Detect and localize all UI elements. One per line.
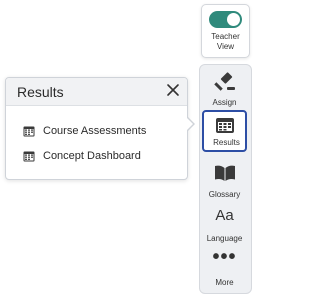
tool-results[interactable]: Results — [202, 110, 247, 152]
tool-results-label: Results — [213, 138, 240, 147]
calendar-table-icon — [23, 151, 35, 161]
more-dots-icon: ••• — [212, 246, 237, 268]
menu-item-label: Concept Dashboard — [43, 150, 141, 162]
tool-glossary-label: Glossary — [208, 190, 241, 199]
teacher-view-label-line1: Teacher — [211, 32, 240, 41]
gavel-icon — [213, 72, 235, 91]
close-icon — [167, 84, 179, 96]
popover-arrow-fill — [186, 117, 193, 131]
tool-more-label: More — [215, 278, 234, 287]
tool-language[interactable]: Aa Language — [202, 204, 247, 246]
teacher-view-toggle[interactable] — [209, 11, 242, 28]
calendar-table-icon — [215, 118, 234, 133]
tool-more[interactable]: ••• More — [202, 246, 247, 290]
menu-item-label: Course Assessments — [43, 125, 147, 137]
calendar-table-icon — [23, 126, 35, 136]
tool-assign-label: Assign — [212, 98, 237, 107]
menu-item-course-assessments[interactable]: Course Assessments — [23, 123, 146, 139]
popover-title: Results — [17, 84, 64, 100]
app-stage: Teacher View Assign Results Glossary Aa … — [0, 0, 252, 300]
teacher-view-label-line2: View — [216, 42, 235, 51]
results-popover: Results Course Assessments Concept Dashb… — [5, 77, 195, 180]
teacher-view-card: Teacher View — [201, 4, 250, 58]
tool-assign[interactable]: Assign — [202, 68, 247, 110]
tools-sidebar: Assign Results Glossary Aa Language ••• … — [199, 64, 252, 294]
text-aa-icon: Aa — [215, 207, 234, 224]
teacher-view-label: Teacher View — [202, 32, 249, 52]
menu-item-concept-dashboard[interactable]: Concept Dashboard — [23, 148, 141, 164]
book-icon — [214, 165, 235, 181]
toggle-knob — [227, 13, 240, 26]
tool-glossary[interactable]: Glossary — [202, 160, 247, 202]
close-button[interactable] — [165, 82, 181, 98]
tool-language-label: Language — [206, 234, 243, 243]
popover-header: Results — [6, 78, 187, 106]
